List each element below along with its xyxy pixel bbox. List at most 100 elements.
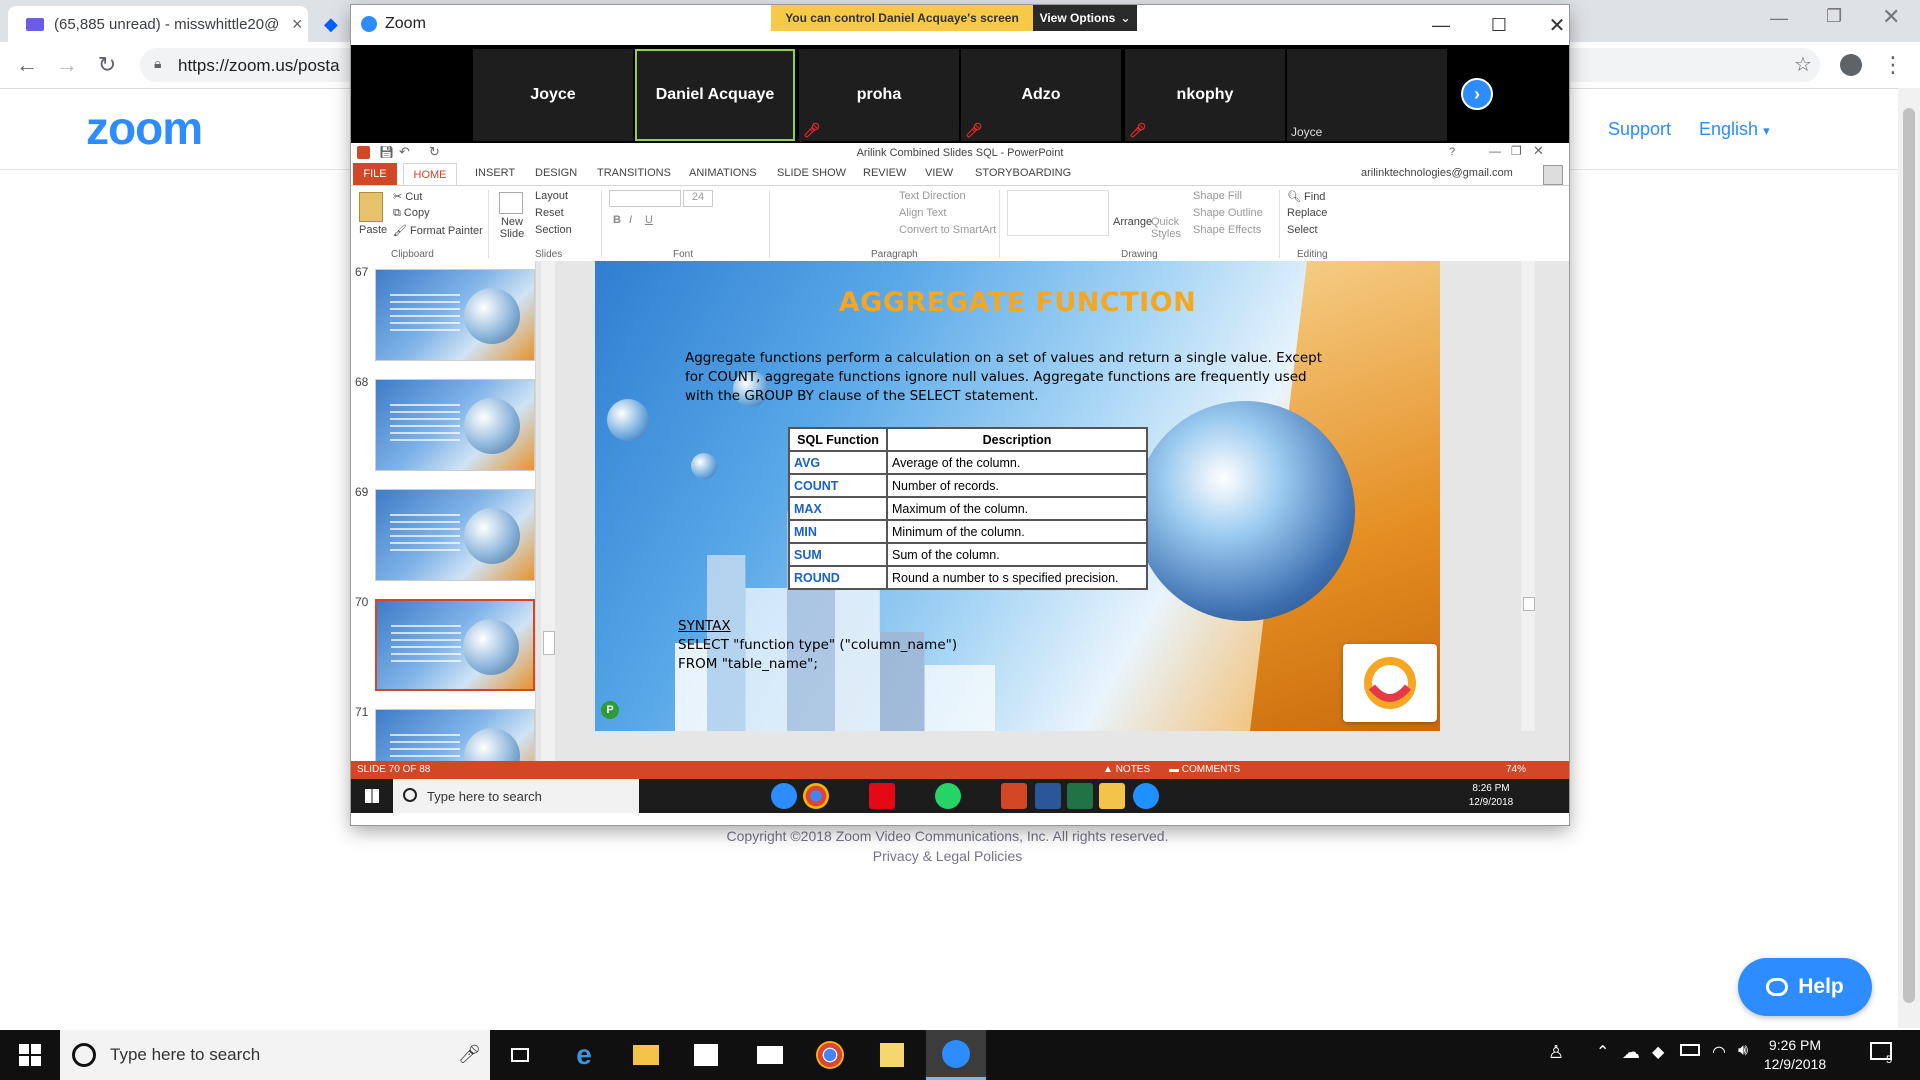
text-direction-button[interactable]: Text Direction: [899, 190, 966, 202]
word-taskbar-icon[interactable]: [1035, 783, 1061, 809]
zoom-logo[interactable]: zoom: [86, 101, 203, 155]
participant-tile-video[interactable]: Joyce: [1287, 49, 1447, 141]
minimize-icon[interactable]: —: [1770, 8, 1788, 29]
slide-thumbnail[interactable]: [375, 379, 535, 471]
font-size-input[interactable]: 24: [683, 190, 713, 207]
comments-button[interactable]: ▬ COMMENTS: [1169, 764, 1240, 775]
zoom-minimize-icon[interactable]: —: [1421, 11, 1461, 39]
close-icon[interactable]: ✕: [1882, 4, 1900, 30]
tab-transitions[interactable]: TRANSITIONS: [597, 167, 671, 179]
ppt-restore-icon[interactable]: ❐: [1511, 144, 1522, 158]
slide-syntax-block[interactable]: SYNTAX SELECT "function type" ("column_n…: [678, 617, 957, 674]
thumbnail-scrollbar[interactable]: [541, 261, 555, 761]
restore-icon[interactable]: ❐: [1826, 6, 1842, 27]
paste-button[interactable]: Paste: [359, 224, 387, 236]
tab-storyboarding[interactable]: STORYBOARDING: [975, 167, 1071, 179]
page-scrollbar[interactable]: [1898, 88, 1920, 1028]
mail-taskbar-icon[interactable]: [740, 1030, 800, 1080]
zoom-taskbar-icon[interactable]: [771, 783, 797, 809]
tab-review[interactable]: REVIEW: [863, 167, 906, 179]
convert-smartart-button[interactable]: Convert to SmartArt: [899, 224, 996, 236]
remote-search-box[interactable]: Type here to search: [393, 779, 639, 813]
shape-outline-button[interactable]: Shape Outline: [1193, 207, 1263, 219]
netflix-taskbar-icon[interactable]: [869, 783, 895, 809]
format-painter-button[interactable]: 🖌︎ Format Painter: [393, 224, 483, 237]
tab-slide-show[interactable]: SLIDE SHOW: [777, 167, 846, 179]
ppt-help-icon[interactable]: ?: [1449, 146, 1455, 158]
next-participants-button[interactable]: ›: [1461, 78, 1493, 110]
participant-tile[interactable]: Adzo 🎤︎: [961, 49, 1121, 141]
windows-start-icon[interactable]: [365, 789, 379, 803]
aggregate-function-table[interactable]: SQL Function Description AVG Average of …: [788, 427, 1148, 590]
cut-button[interactable]: ✂ Cut: [393, 190, 422, 203]
ppt-close-icon[interactable]: ✕: [1533, 143, 1544, 159]
support-link[interactable]: Support: [1608, 119, 1671, 140]
reload-icon[interactable]: ↻: [94, 52, 120, 78]
copy-button[interactable]: ⧉ Copy: [393, 207, 430, 220]
italic-button[interactable]: I: [629, 214, 632, 226]
scrollbar-thumb[interactable]: [543, 631, 555, 655]
wifi-icon[interactable]: ◠: [1712, 1042, 1726, 1062]
slide-thumbnail[interactable]: [375, 709, 535, 761]
language-link[interactable]: English ▾: [1699, 119, 1770, 140]
onedrive-icon[interactable]: ☁: [1622, 1042, 1640, 1063]
start-button[interactable]: [0, 1030, 60, 1080]
arrange-button[interactable]: Arrange: [1113, 216, 1152, 228]
participant-tile[interactable]: proha 🎤︎: [799, 49, 959, 141]
shapes-gallery[interactable]: [1007, 190, 1109, 236]
slide-editor-area[interactable]: AGGREGATE FUNCTION Aggregate functions p…: [575, 261, 1549, 761]
shape-effects-button[interactable]: Shape Effects: [1193, 224, 1261, 236]
slide-thumbnail[interactable]: [375, 269, 535, 361]
privacy-legal-link[interactable]: Privacy & Legal Policies: [0, 848, 1895, 864]
snipping-tool-taskbar-icon[interactable]: [862, 1030, 922, 1080]
powerpoint-taskbar-icon[interactable]: [1001, 783, 1027, 809]
new-slide-button[interactable]: New Slide: [497, 216, 527, 240]
taskbar-search-box[interactable]: Type here to search 🎤︎: [60, 1030, 490, 1080]
underline-button[interactable]: U: [645, 214, 653, 226]
close-tab-icon[interactable]: ×: [292, 14, 303, 35]
notes-button[interactable]: ▲ NOTES: [1103, 764, 1150, 775]
chrome-taskbar-icon[interactable]: [803, 783, 829, 809]
zoom-taskbar-icon[interactable]: [926, 1030, 986, 1080]
slide-thumbnail-selected[interactable]: [375, 599, 535, 691]
tab-insert[interactable]: INSERT: [475, 167, 515, 179]
reset-button[interactable]: Reset: [535, 207, 564, 219]
battery-icon[interactable]: [1680, 1044, 1700, 1056]
section-button[interactable]: Section: [535, 224, 572, 236]
slide-thumbnail[interactable]: [375, 489, 535, 581]
menu-dots-icon[interactable]: ⋮: [1880, 52, 1906, 78]
excel-taskbar-icon[interactable]: [1067, 783, 1093, 809]
tab-design[interactable]: DESIGN: [535, 167, 577, 179]
slide-thumbnail-pane[interactable]: 67 68 69 70 71: [351, 261, 536, 761]
back-arrow-icon[interactable]: ←: [14, 52, 40, 78]
shared-screen[interactable]: 💾︎ ↶ ↻ Arilink Combined Slides SQL - Pow…: [351, 143, 1569, 825]
participant-tile[interactable]: nkophy 🎤︎: [1125, 49, 1285, 141]
zoom-close-icon[interactable]: ✕: [1537, 11, 1577, 39]
taskbar-clock[interactable]: 9:26 PM 12/9/2018: [1750, 1036, 1840, 1074]
tab-file[interactable]: FILE: [353, 163, 397, 185]
tab-home[interactable]: HOME: [403, 163, 457, 185]
slide-intro-text[interactable]: Aggregate functions perform a calculatio…: [685, 349, 1325, 406]
file-explorer-taskbar-icon[interactable]: [1099, 783, 1125, 809]
browser-tab-mail[interactable]: (65,885 unread) - misswhittle20@ ×: [8, 6, 308, 42]
bold-button[interactable]: B: [613, 214, 621, 226]
volume-icon[interactable]: 🔊︎: [1738, 1042, 1748, 1060]
shape-fill-button[interactable]: Shape Fill: [1193, 190, 1242, 202]
dropbox-tray-icon[interactable]: ◆: [1652, 1042, 1664, 1062]
microphone-icon[interactable]: 🎤︎: [458, 1044, 481, 1065]
view-options-button[interactable]: View Options ⌄: [1033, 5, 1137, 31]
quick-styles-button[interactable]: Quick Styles: [1151, 216, 1181, 240]
scrollbar-thumb[interactable]: [1903, 108, 1915, 1003]
forward-arrow-icon[interactable]: →: [54, 52, 80, 78]
font-family-input[interactable]: [609, 190, 681, 207]
help-taskbar-icon[interactable]: [1133, 783, 1159, 809]
slide-title[interactable]: AGGREGATE FUNCTION: [595, 287, 1440, 318]
current-slide[interactable]: AGGREGATE FUNCTION Aggregate functions p…: [595, 261, 1440, 731]
layout-button[interactable]: Layout: [535, 190, 568, 202]
tab-animations[interactable]: ANIMATIONS: [689, 167, 757, 179]
zoom-percent[interactable]: 74%: [1506, 764, 1526, 775]
select-button[interactable]: Select: [1287, 224, 1318, 236]
whatsapp-taskbar-icon[interactable]: [935, 783, 961, 809]
account-avatar-icon[interactable]: [1543, 165, 1563, 185]
zoom-maximize-icon[interactable]: ☐: [1479, 11, 1519, 39]
